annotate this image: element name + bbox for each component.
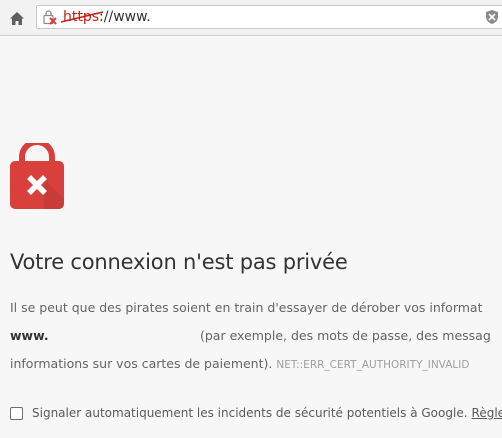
strikethrough-icon <box>60 11 104 23</box>
privacy-policy-link[interactable]: Règles d <box>472 406 502 420</box>
report-checkbox[interactable] <box>10 406 23 420</box>
url-text: https://www. <box>60 8 151 26</box>
explanation-line-2: www. (par exemple, des mots de passe, des… <box>10 322 502 350</box>
shield-icon[interactable] <box>484 9 500 25</box>
explanation-line-2-text: (par exemple, des mots de passe, des mes… <box>200 328 491 343</box>
error-title: Votre connexion n'est pas privée <box>10 250 348 274</box>
insecure-lock-icon <box>43 10 57 25</box>
home-button[interactable] <box>6 7 28 29</box>
error-explanation: Il se peut que des pirates soient en tra… <box>10 294 502 379</box>
explanation-line-1: Il se peut que des pirates soient en tra… <box>10 300 483 315</box>
home-icon <box>10 11 24 25</box>
url-scheme: https <box>60 9 104 25</box>
explanation-line-3: informations sur vos cartes de paiement)… <box>10 350 502 379</box>
browser-toolbar: https://www. <box>0 0 502 36</box>
site-host: www. <box>10 328 49 343</box>
report-option: Signaler automatiquement les incidents d… <box>10 406 502 420</box>
address-bar[interactable]: https://www. <box>36 5 502 29</box>
url-rest: ://www. <box>99 9 151 25</box>
broken-lock-icon <box>10 143 64 209</box>
error-code: NET::ERR_CERT_AUTHORITY_INVALID <box>276 359 470 371</box>
report-label[interactable]: Signaler automatiquement les incidents d… <box>32 406 468 420</box>
explanation-line-3-text: informations sur vos cartes de paiement)… <box>10 356 273 371</box>
